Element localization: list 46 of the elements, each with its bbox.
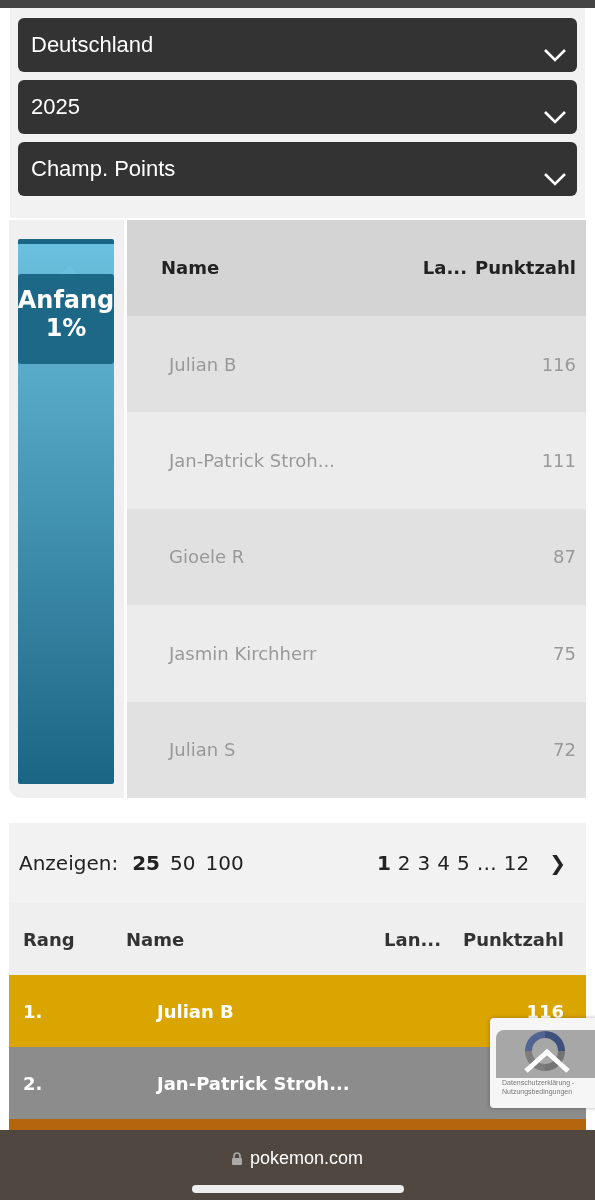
address-bar[interactable]: pokemon.com: [231, 1148, 364, 1169]
points-value: 87: [553, 546, 576, 568]
page-size-link[interactable]: 25: [132, 851, 160, 875]
player-name: Jasmin Kirchherr: [169, 642, 318, 664]
column-header: La...: [422, 257, 467, 279]
column-header: Punktzahl: [463, 928, 564, 950]
rank-number: 1.: [23, 1000, 44, 1022]
points-value: 75: [553, 642, 576, 664]
page-link[interactable]: …: [476, 851, 497, 875]
rank-number: 2.: [23, 1072, 44, 1094]
show-label: Anzeigen:: [19, 851, 119, 875]
scroll-to-top-button[interactable]: [496, 1030, 595, 1078]
column-header: Punktzahl: [475, 257, 576, 279]
page-size-link[interactable]: 100: [205, 851, 244, 875]
chevron-up-icon: [522, 1048, 572, 1074]
lock-icon: [231, 1152, 242, 1165]
page-link[interactable]: 1: [376, 851, 391, 875]
points-value: 72: [553, 739, 576, 761]
player-name: Julian B: [169, 353, 238, 375]
meter-label: Anfang: [17, 286, 115, 314]
column-header: Rang: [23, 928, 76, 950]
page-link[interactable]: 2: [397, 851, 411, 875]
column-header: Name: [161, 257, 221, 279]
player-name: Gioele R: [169, 546, 246, 568]
points-value: 111: [541, 450, 576, 472]
page-link[interactable]: 5: [457, 851, 470, 875]
dropdown-select[interactable]: 2025: [18, 80, 577, 134]
page-size-link[interactable]: 50: [170, 851, 196, 875]
chevron-down-icon: [543, 172, 567, 186]
points-value: 116: [541, 353, 576, 375]
dropdown-select[interactable]: Champ. Points: [18, 142, 577, 196]
points-value: 116: [526, 1000, 564, 1022]
meter-percent: 1%: [45, 314, 87, 342]
page-link[interactable]: 3: [417, 851, 431, 875]
column-header: Lan...: [384, 928, 441, 950]
column-header: Name: [126, 928, 186, 950]
dropdown-select[interactable]: Deutschland: [18, 18, 577, 72]
player-name: Jan-Patrick Stroh...: [157, 1072, 350, 1094]
page-link[interactable]: 12: [503, 851, 530, 875]
chevron-down-icon: [543, 48, 567, 62]
next-page-link[interactable]: ❯: [549, 851, 566, 875]
page-link[interactable]: 4: [437, 851, 451, 875]
chevron-down-icon: [543, 110, 567, 124]
player-name: Julian S: [169, 739, 237, 761]
player-name: Jan-Patrick Stroh...: [169, 450, 336, 472]
player-name: Julian B: [157, 1000, 234, 1022]
